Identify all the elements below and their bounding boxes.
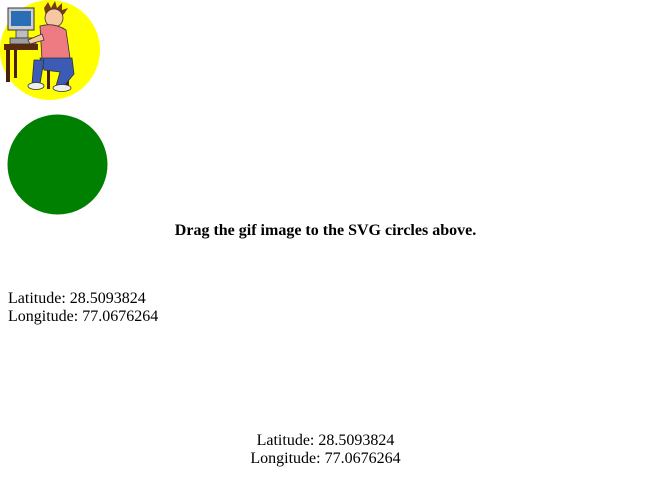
page: Drag the gif image to the SVG circles ab… (0, 0, 651, 502)
longitude-text: Longitude: 77.0676264 (250, 450, 401, 467)
latitude-text: Latitude: 28.5093824 (256, 432, 395, 449)
location-block-left: Latitude: 28.5093824 Longitude: 77.06762… (8, 290, 158, 326)
location-block-center: Latitude: 28.5093824 Longitude: 77.06762… (0, 432, 651, 468)
latitude-text: Latitude: 28.5093824 (8, 290, 146, 307)
instruction-text: Drag the gif image to the SVG circles ab… (174, 222, 477, 239)
man-at-computer-icon[interactable] (0, 0, 101, 101)
svg-drop-target[interactable] (7, 114, 108, 215)
draggable-gif-image[interactable] (0, 0, 101, 101)
green-circle[interactable] (7, 114, 108, 215)
longitude-text: Longitude: 77.0676264 (8, 308, 159, 325)
